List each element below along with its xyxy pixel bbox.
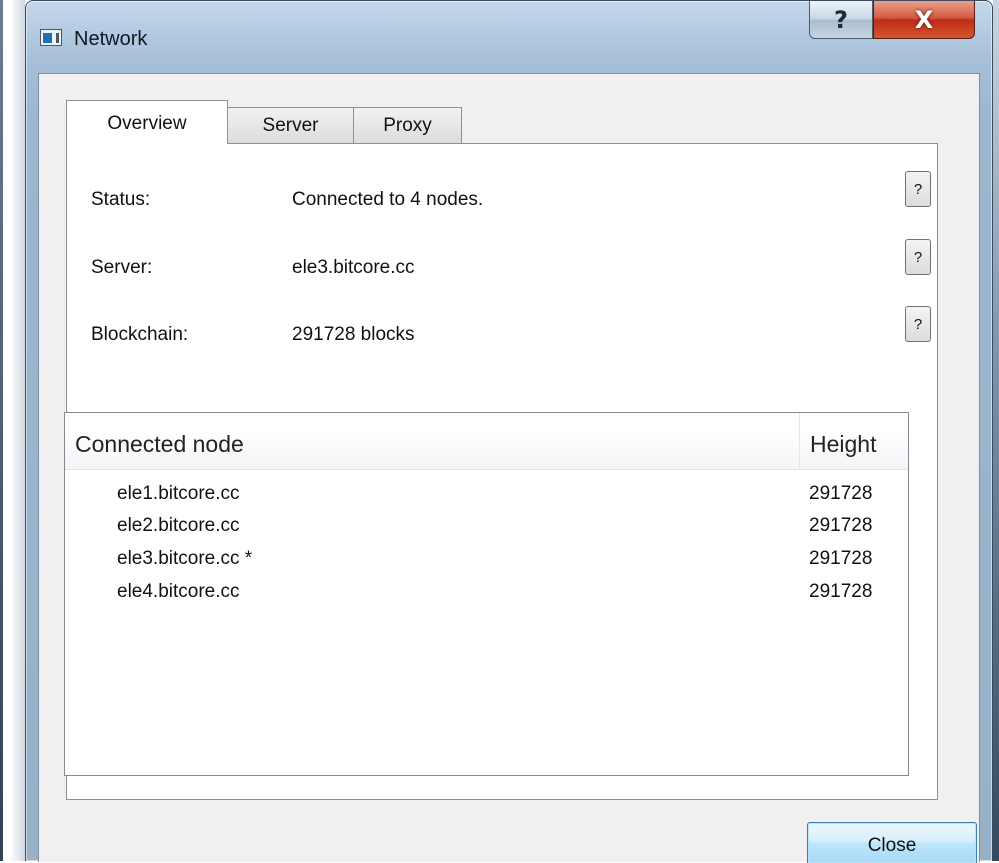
- blockchain-label: Blockchain:: [91, 324, 189, 345]
- column-header-height-label: Height: [810, 431, 877, 457]
- connected-nodes-list[interactable]: Connected node Height ele1.bitcore.cc 29…: [64, 412, 909, 776]
- close-button-label: Close: [867, 835, 917, 856]
- list-item[interactable]: ele3.bitcore.cc * 291728: [65, 542, 908, 574]
- window-close-button[interactable]: X: [873, 1, 975, 39]
- server-label: Server:: [91, 257, 153, 278]
- desktop-background-left: [0, 0, 25, 861]
- list-item[interactable]: ele1.bitcore.cc 291728: [65, 477, 908, 509]
- tab-server[interactable]: Server: [227, 107, 354, 143]
- node-height: 291728: [809, 515, 873, 536]
- question-icon: ?: [834, 5, 848, 34]
- node-name: ele2.bitcore.cc: [117, 515, 240, 536]
- list-header: Connected node Height: [65, 413, 908, 470]
- question-icon: ?: [913, 248, 923, 266]
- node-height: 291728: [809, 483, 873, 504]
- close-icon: X: [914, 5, 934, 34]
- desktop-background-right: [993, 0, 999, 861]
- status-help-button[interactable]: ?: [905, 171, 931, 207]
- network-dialog: Network ? X Overview Server Proxy Status…: [25, 0, 993, 863]
- column-header-connected-node[interactable]: Connected node: [75, 431, 244, 458]
- column-header-height[interactable]: Height: [799, 413, 909, 470]
- question-icon: ?: [913, 180, 923, 198]
- tab-label: Server: [262, 114, 319, 136]
- help-button[interactable]: ?: [809, 1, 873, 39]
- list-item[interactable]: ele4.bitcore.cc 291728: [65, 575, 908, 607]
- server-help-button[interactable]: ?: [905, 239, 931, 275]
- window-title: Network: [74, 28, 148, 50]
- node-height: 291728: [809, 548, 873, 569]
- list-item[interactable]: ele2.bitcore.cc 291728: [65, 509, 908, 541]
- blockchain-value: 291728 blocks: [292, 324, 415, 345]
- question-icon: ?: [913, 315, 923, 333]
- tab-label: Proxy: [383, 114, 432, 136]
- node-height: 291728: [809, 581, 873, 602]
- blockchain-help-button[interactable]: ?: [905, 306, 931, 342]
- tab-overview[interactable]: Overview: [66, 100, 228, 144]
- tab-label: Overview: [107, 113, 187, 134]
- dialog-client-area: Overview Server Proxy Status: Connected …: [38, 73, 980, 863]
- node-name: ele1.bitcore.cc: [117, 483, 240, 504]
- status-value: Connected to 4 nodes.: [292, 189, 484, 210]
- network-window-icon: [40, 29, 62, 46]
- status-label: Status:: [91, 189, 151, 210]
- close-button[interactable]: Close: [807, 822, 977, 863]
- server-value: ele3.bitcore.cc: [292, 257, 415, 278]
- node-name: ele3.bitcore.cc *: [117, 548, 253, 569]
- tab-proxy[interactable]: Proxy: [353, 107, 462, 143]
- node-name: ele4.bitcore.cc: [117, 581, 240, 602]
